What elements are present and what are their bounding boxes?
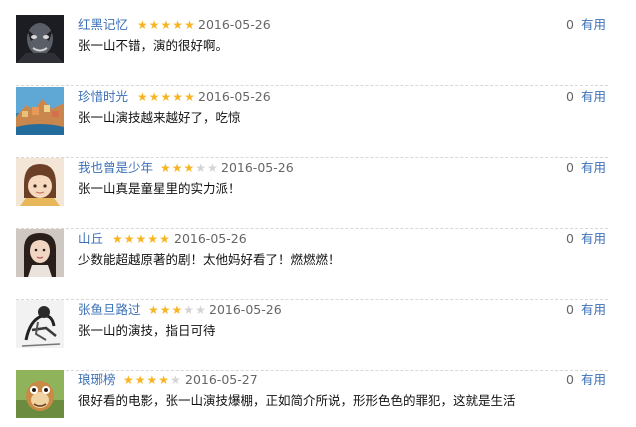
username-link[interactable]: 琅琊榜 xyxy=(78,371,116,389)
comment-item: 珍惜时光 ★ ★ ★ ★ ★ 2016-05-26 0 有用 张一山演技越来越好… xyxy=(16,87,608,158)
comment-date: 2016-05-26 xyxy=(198,17,271,32)
username-link[interactable]: 红黑记忆 xyxy=(78,16,128,34)
star-filled-icon: ★ xyxy=(172,90,184,104)
star-filled-icon: ★ xyxy=(160,18,172,32)
comment-text: 张一山真是童星里的实力派！ xyxy=(78,181,241,196)
divider xyxy=(16,85,608,86)
star-filled-icon: ★ xyxy=(137,18,148,32)
useful-button[interactable]: 有用 xyxy=(581,88,606,106)
username-link[interactable]: 山丘 xyxy=(78,230,103,248)
useful-count: 0 xyxy=(566,160,574,175)
star-filled-icon: ★ xyxy=(183,161,195,175)
useful-count: 0 xyxy=(566,372,574,387)
user-avatar[interactable] xyxy=(16,87,64,135)
star-filled-icon: ★ xyxy=(184,18,195,32)
user-avatar[interactable] xyxy=(16,370,64,418)
comment-date: 2016-05-26 xyxy=(174,231,247,246)
star-filled-icon: ★ xyxy=(159,303,171,317)
star-filled-icon: ★ xyxy=(137,90,148,104)
username-link[interactable]: 我也曾是少年 xyxy=(78,159,153,177)
star-filled-icon: ★ xyxy=(171,161,183,175)
useful-count: 0 xyxy=(566,231,574,246)
comment-text: 张一山演技越来越好了，吃惊 xyxy=(78,110,241,125)
comment-text: 少数能超越原著的剧！太他妈好看了！燃燃燃！ xyxy=(78,252,341,267)
star-filled-icon: ★ xyxy=(160,90,172,104)
comment-date: 2016-05-26 xyxy=(209,302,282,317)
star-filled-icon: ★ xyxy=(148,90,160,104)
star-filled-icon: ★ xyxy=(171,303,183,317)
comment-item: 张鱼旦路过 ★ ★ ★ ★ ★ 2016-05-26 0 有用 张一山的演技，指… xyxy=(16,300,608,371)
useful-button[interactable]: 有用 xyxy=(581,230,606,248)
useful-count: 0 xyxy=(566,89,574,104)
user-avatar[interactable] xyxy=(16,158,64,206)
rating-stars: ★ ★ ★ ★ ★ xyxy=(137,16,195,34)
star-filled-icon: ★ xyxy=(172,18,184,32)
comment-item: 红黑记忆 ★ ★ ★ ★ ★ 2016-05-26 0 有用 张一山不错，演的很… xyxy=(16,15,608,86)
star-empty-icon: ★ xyxy=(195,161,207,175)
star-empty-icon: ★ xyxy=(195,303,206,317)
rating-stars: ★ ★ ★ ★ ★ xyxy=(148,301,206,319)
comment-date: 2016-05-27 xyxy=(185,372,258,387)
rating-stars: ★ ★ ★ ★ ★ xyxy=(160,159,218,177)
star-filled-icon: ★ xyxy=(147,232,159,246)
comment-text: 很好看的电影，张一山演技爆棚，正如简介所说，形形色色的罪犯，这就是生活 xyxy=(78,393,516,408)
useful-button[interactable]: 有用 xyxy=(581,301,606,319)
rating-stars: ★ ★ ★ ★ ★ xyxy=(112,230,170,248)
star-empty-icon: ★ xyxy=(170,373,181,387)
useful-button[interactable]: 有用 xyxy=(581,159,606,177)
star-filled-icon: ★ xyxy=(159,232,170,246)
user-avatar[interactable] xyxy=(16,15,64,63)
useful-count: 0 xyxy=(566,302,574,317)
star-filled-icon: ★ xyxy=(135,232,147,246)
rating-stars: ★ ★ ★ ★ ★ xyxy=(137,88,195,106)
star-filled-icon: ★ xyxy=(146,373,158,387)
user-avatar[interactable] xyxy=(16,229,64,277)
star-filled-icon: ★ xyxy=(123,373,134,387)
star-filled-icon: ★ xyxy=(158,373,170,387)
star-filled-icon: ★ xyxy=(148,303,159,317)
star-filled-icon: ★ xyxy=(160,161,171,175)
star-filled-icon: ★ xyxy=(123,232,135,246)
comment-date: 2016-05-26 xyxy=(221,160,294,175)
comment-list: 红黑记忆 ★ ★ ★ ★ ★ 2016-05-26 0 有用 张一山不错，演的很… xyxy=(0,0,636,427)
star-filled-icon: ★ xyxy=(148,18,160,32)
comment-date: 2016-05-26 xyxy=(198,89,271,104)
star-empty-icon: ★ xyxy=(183,303,195,317)
comment-text: 张一山不错，演的很好啊。 xyxy=(78,38,229,53)
comment-item: 山丘 ★ ★ ★ ★ ★ 2016-05-26 0 有用 少数能超越原著的剧！太… xyxy=(16,229,608,300)
username-link[interactable]: 张鱼旦路过 xyxy=(78,301,141,319)
comment-text: 张一山的演技，指日可待 xyxy=(78,323,216,338)
username-link[interactable]: 珍惜时光 xyxy=(78,88,128,106)
useful-count: 0 xyxy=(566,17,574,32)
star-filled-icon: ★ xyxy=(112,232,123,246)
comment-item: 我也曾是少年 ★ ★ ★ ★ ★ 2016-05-26 0 有用 张一山真是童星… xyxy=(16,158,608,229)
useful-button[interactable]: 有用 xyxy=(581,371,606,389)
star-filled-icon: ★ xyxy=(184,90,195,104)
rating-stars: ★ ★ ★ ★ ★ xyxy=(123,371,181,389)
star-empty-icon: ★ xyxy=(207,161,218,175)
user-avatar[interactable] xyxy=(16,300,64,348)
star-filled-icon: ★ xyxy=(134,373,146,387)
useful-button[interactable]: 有用 xyxy=(581,16,606,34)
comment-item: 琅琊榜 ★ ★ ★ ★ ★ 2016-05-27 0 有用 很好看的电影，张一山… xyxy=(16,370,608,427)
